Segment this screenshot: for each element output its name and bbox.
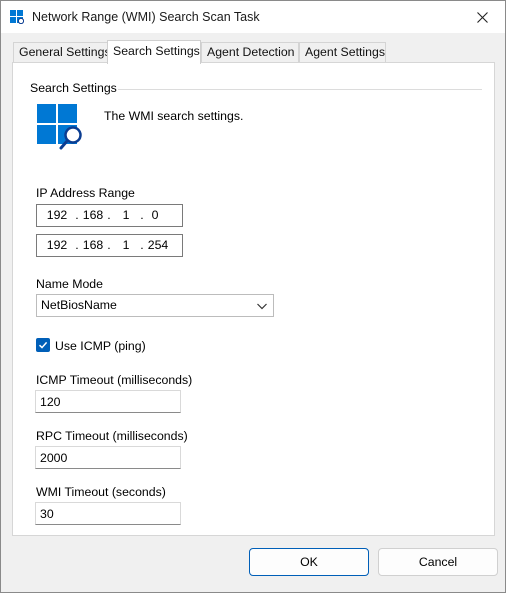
title-bar: Network Range (WMI) Search Scan Task — [1, 1, 505, 33]
close-button[interactable] — [459, 1, 505, 33]
ip-end-octet-3[interactable]: 1 — [115, 238, 137, 252]
ip-dot: . — [107, 208, 111, 222]
icmp-timeout-label: ICMP Timeout (milliseconds) — [36, 373, 193, 387]
rpc-timeout-value: 2000 — [40, 451, 68, 465]
ip-dot: . — [75, 208, 79, 222]
ok-button[interactable]: OK — [249, 548, 369, 576]
ip-start-octet-1[interactable]: 192 — [46, 208, 68, 222]
tab-agent-settings[interactable]: Agent Settings — [299, 42, 386, 63]
name-mode-select[interactable]: NetBiosName — [36, 294, 274, 317]
group-divider — [118, 89, 482, 90]
group-title: Search Settings — [30, 81, 117, 95]
rpc-timeout-input[interactable]: 2000 — [35, 446, 181, 469]
icmp-timeout-input[interactable]: 120 — [35, 390, 181, 413]
wmi-timeout-value: 30 — [40, 507, 54, 521]
name-mode-label: Name Mode — [36, 277, 103, 291]
use-icmp-label[interactable]: Use ICMP (ping) — [55, 339, 146, 353]
rpc-timeout-label: RPC Timeout (milliseconds) — [36, 429, 188, 443]
search-settings-panel: Search Settings The WMI search settings.… — [12, 62, 495, 536]
name-mode-value: NetBiosName — [41, 298, 117, 312]
ip-end-field[interactable]: 192 . 168 . 1 . 254 — [36, 234, 183, 257]
wmi-timeout-label: WMI Timeout (seconds) — [36, 485, 166, 499]
ip-dot: . — [140, 238, 144, 252]
window-title: Network Range (WMI) Search Scan Task — [32, 10, 260, 24]
wmi-timeout-input[interactable]: 30 — [35, 502, 181, 525]
ip-start-octet-3[interactable]: 1 — [115, 208, 137, 222]
use-icmp-checkbox[interactable] — [36, 338, 50, 352]
ip-start-octet-4[interactable]: 0 — [144, 208, 166, 222]
icmp-timeout-value: 120 — [40, 395, 61, 409]
checkmark-icon — [38, 341, 48, 349]
ip-end-octet-1[interactable]: 192 — [46, 238, 68, 252]
tab-search-settings[interactable]: Search Settings — [107, 40, 201, 64]
app-icon — [10, 10, 24, 24]
windows-search-icon — [37, 104, 82, 150]
description-text: The WMI search settings. — [104, 109, 244, 123]
cancel-button[interactable]: Cancel — [378, 548, 498, 576]
chevron-down-icon — [257, 303, 267, 310]
dialog-window: Network Range (WMI) Search Scan Task Gen… — [0, 0, 506, 593]
ip-dot: . — [75, 238, 79, 252]
ip-end-octet-4[interactable]: 254 — [147, 238, 169, 252]
ip-start-octet-2[interactable]: 168 — [82, 208, 104, 222]
close-icon — [476, 11, 488, 23]
tab-general-settings[interactable]: General Settings — [13, 42, 111, 63]
ip-dot: . — [107, 238, 111, 252]
ip-range-label: IP Address Range — [36, 186, 135, 200]
tab-strip: General Settings Search Settings Agent D… — [13, 40, 495, 64]
ip-start-field[interactable]: 192 . 168 . 1 . 0 — [36, 204, 183, 227]
tab-agent-detection[interactable]: Agent Detection — [201, 42, 299, 63]
ip-end-octet-2[interactable]: 168 — [82, 238, 104, 252]
